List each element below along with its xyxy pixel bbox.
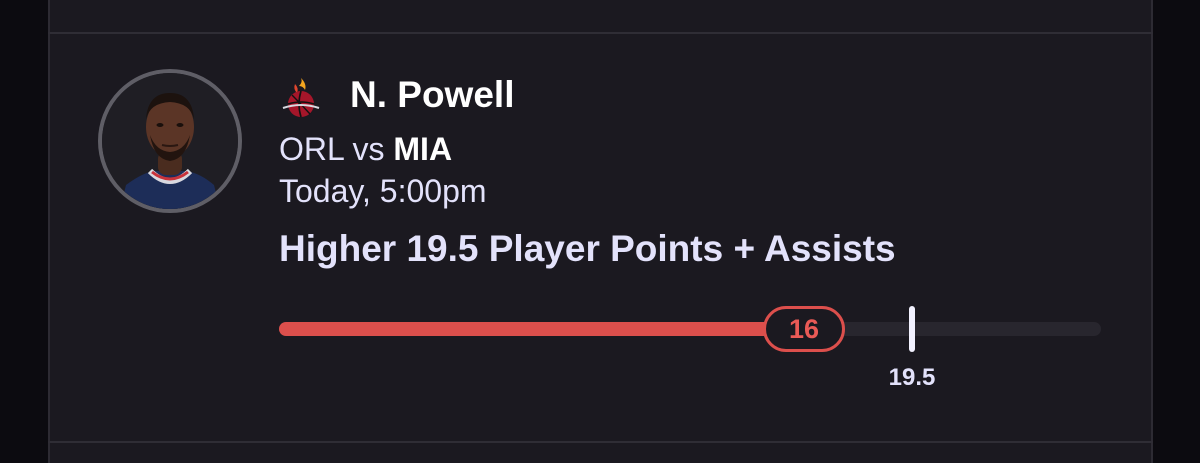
stat-progress-track <box>279 322 1101 336</box>
player-headshot-image <box>102 73 238 209</box>
card-divider-top <box>48 32 1153 34</box>
app-frame: N. Powell ORL vs MIA Today, 5:00pm Highe… <box>0 0 1200 463</box>
card-divider-bottom <box>48 441 1153 443</box>
target-line-label: 19.5 <box>888 364 936 391</box>
miami-heat-logo-icon <box>282 78 320 118</box>
game-time: Today, 5:00pm <box>279 173 487 209</box>
home-team: MIA <box>393 131 453 167</box>
pick-description: Higher 19.5 Player Points + Assists <box>279 228 896 269</box>
game-matchup: ORL vs MIA <box>279 128 452 170</box>
away-team: ORL <box>279 131 344 167</box>
player-avatar <box>98 69 242 213</box>
target-line-marker <box>909 306 915 352</box>
current-stat-value: 16 <box>763 306 845 352</box>
matchup-separator: vs <box>352 131 385 167</box>
player-name: N. Powell <box>350 74 515 115</box>
stat-progress-fill <box>279 322 789 336</box>
